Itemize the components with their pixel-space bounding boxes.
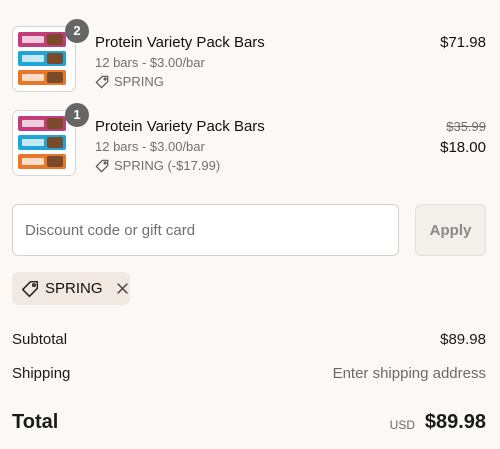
discount-label: SPRING (114, 74, 164, 89)
applied-discount: SPRING (-$17.99) (95, 158, 220, 173)
subtotal-label: Subtotal (12, 331, 68, 348)
subtotal-value: $89.98 (440, 331, 486, 348)
quantity-badge: 1 (65, 103, 89, 127)
shipping-label: Shipping (12, 365, 71, 382)
line-price: $18.00 (440, 139, 486, 156)
product-title: Protein Variety Pack Bars (95, 34, 265, 51)
applied-discount: SPRING (95, 74, 164, 89)
line-price: $71.98 (440, 34, 486, 51)
tag-icon (95, 75, 109, 88)
product-variant: 12 bars - $3.00/bar (95, 139, 205, 154)
applied-code-chip: SPRING (12, 272, 130, 305)
total-value: $89.98 (424, 411, 486, 433)
shipping-value: Enter shipping address (332, 365, 486, 382)
remove-code-button[interactable] (116, 282, 129, 295)
product-variant: 12 bars - $3.00/bar (95, 55, 205, 70)
apply-button[interactable]: Apply (415, 204, 486, 256)
original-price: $35.99 (446, 119, 486, 134)
line-item: 1 Protein Variety Pack Bars 12 bars - $3… (12, 103, 486, 178)
line-item: 2 Protein Variety Pack Bars 12 bars - $3… (12, 19, 486, 94)
total-label: Total (12, 411, 59, 433)
currency-code: USD (389, 418, 415, 432)
product-thumbnail: 1 (12, 103, 89, 176)
discount-code-input[interactable] (12, 204, 399, 256)
product-title: Protein Variety Pack Bars (95, 118, 265, 135)
applied-code: SPRING (45, 280, 103, 297)
quantity-badge: 2 (65, 19, 89, 43)
tag-icon (21, 280, 39, 297)
discount-label: SPRING (-$17.99) (114, 158, 221, 173)
tag-icon (95, 159, 109, 172)
close-icon[interactable] (116, 282, 129, 295)
product-thumbnail: 2 (12, 19, 89, 92)
